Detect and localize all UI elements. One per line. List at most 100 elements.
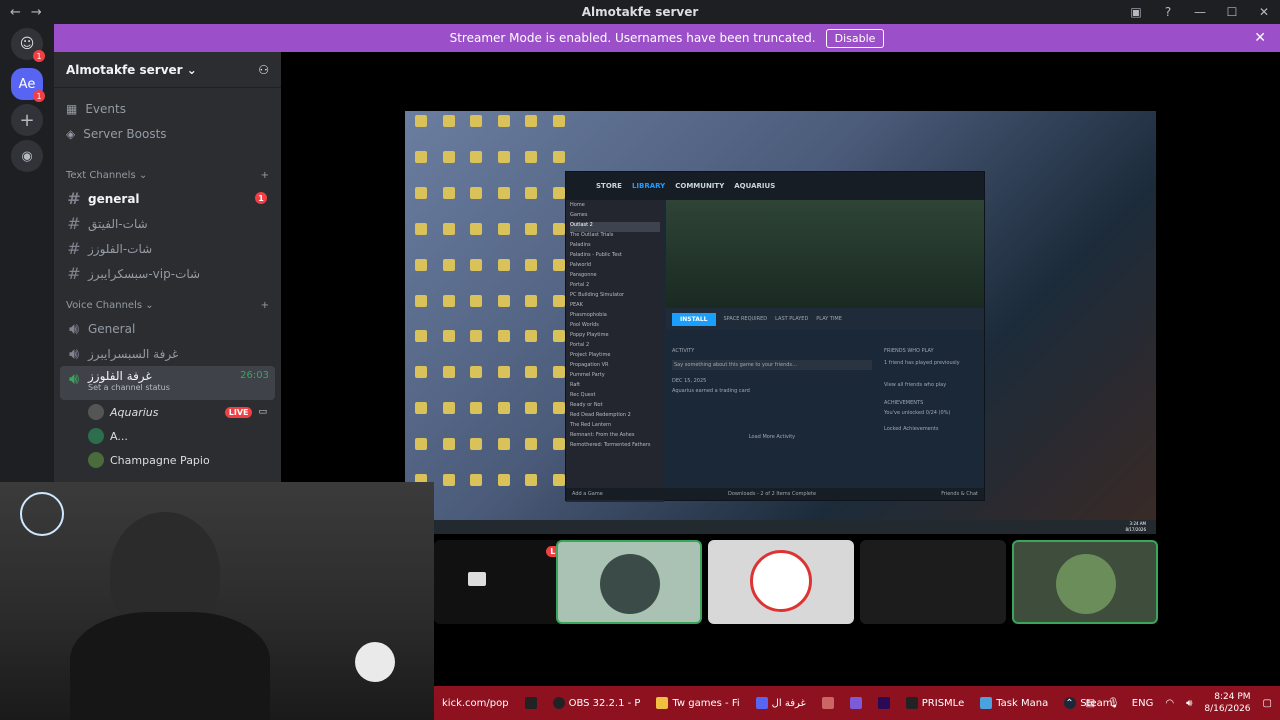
taskbar-item-browser[interactable]: kick.com/pop bbox=[434, 686, 517, 720]
taskbar-item-folder[interactable]: Tw games - Fi bbox=[648, 686, 747, 720]
text-channels-category[interactable]: Text Channels ⌄ + bbox=[54, 164, 281, 186]
game-list-item[interactable]: PEAK bbox=[570, 302, 660, 312]
channel-text-2[interactable]: # شات-الفيتق bbox=[60, 211, 275, 236]
streamed-date: 8/17/2026 bbox=[1125, 527, 1146, 532]
game-list-item[interactable]: Rec Quest bbox=[570, 392, 660, 402]
game-list-item[interactable]: Paladins - Public Test bbox=[570, 252, 660, 262]
voice-user[interactable]: A... bbox=[54, 424, 281, 448]
add-server-icon[interactable]: + bbox=[11, 104, 43, 136]
taskbar-item-app3[interactable] bbox=[842, 686, 870, 720]
participant-tile[interactable] bbox=[708, 540, 854, 624]
taskbar-item-discord[interactable]: غرفة ال bbox=[748, 686, 814, 720]
discord-logo-icon: ☺ bbox=[19, 36, 35, 52]
add-voice-channel-icon[interactable]: + bbox=[261, 300, 269, 311]
voice-channel-2[interactable]: 🔊︎ غرفة السبسرايبرز bbox=[60, 341, 275, 366]
taskbar-item-app[interactable] bbox=[517, 686, 545, 720]
game-list-item[interactable]: Remothered: Tormented Fathers bbox=[570, 442, 660, 452]
game-list-item[interactable]: PC Building Simulator bbox=[570, 292, 660, 302]
game-list-item[interactable]: Pummel Party bbox=[570, 372, 660, 382]
voice-channel-general[interactable]: 🔊︎ General bbox=[60, 316, 275, 341]
invite-icon[interactable]: ⚇ bbox=[258, 63, 269, 77]
friends-chat-button[interactable]: Friends & Chat bbox=[941, 491, 978, 497]
disable-button[interactable]: Disable bbox=[825, 28, 885, 48]
game-list-item[interactable]: The Red Lantern bbox=[570, 422, 660, 432]
screen-share-stream[interactable]: STORE LIBRARY COMMUNITY AQUARIUS Home Ga… bbox=[405, 111, 1156, 534]
game-list-item[interactable]: Project Playtime bbox=[570, 352, 660, 362]
home-link[interactable]: Home bbox=[570, 202, 660, 212]
participant-tile[interactable] bbox=[860, 540, 1006, 624]
game-list-item[interactable]: Red Dead Redemption 2 bbox=[570, 412, 660, 422]
game-list-item[interactable]: Ready or Not bbox=[570, 402, 660, 412]
tab-community[interactable]: COMMUNITY bbox=[675, 182, 724, 190]
server-boosts-item[interactable]: ◈ Server Boosts bbox=[54, 121, 281, 146]
participant-tile[interactable] bbox=[556, 540, 702, 624]
app-icon bbox=[849, 697, 862, 709]
voice-user[interactable]: Aquarius LIVE ▭ bbox=[54, 400, 281, 424]
activity-input[interactable]: Say something about this game to your fr… bbox=[672, 360, 872, 370]
banner-close-icon[interactable]: ✕ bbox=[1254, 30, 1266, 46]
game-list-item[interactable]: Remnant: From the Ashes bbox=[570, 432, 660, 442]
voice-channels-category[interactable]: Voice Channels ⌄ + bbox=[54, 294, 281, 316]
install-button[interactable]: INSTALL bbox=[672, 312, 716, 326]
game-list-item[interactable]: Pool Worlds bbox=[570, 322, 660, 332]
game-list-item[interactable]: Portal 2 bbox=[570, 342, 660, 352]
game-list-item[interactable]: Paladins bbox=[570, 242, 660, 252]
play-time-label: PLAY TIME bbox=[816, 316, 842, 322]
game-list-item[interactable]: Paragonne bbox=[570, 272, 660, 282]
taskbar-item-app2[interactable] bbox=[814, 686, 842, 720]
volume-icon[interactable]: 🔊︎ bbox=[1186, 698, 1192, 709]
downloads-status[interactable]: Downloads - 2 of 2 Items Complete bbox=[728, 491, 816, 497]
help-icon[interactable]: ? bbox=[1152, 0, 1184, 24]
direct-messages-button[interactable]: ☺ 1 bbox=[11, 28, 45, 62]
taskbar-item-taskmanager[interactable]: Task Mana bbox=[972, 686, 1056, 720]
taskbar-item-prism[interactable]: PRISMLe bbox=[898, 686, 972, 720]
forward-icon[interactable]: → bbox=[31, 5, 42, 20]
inbox-icon[interactable]: ▣ bbox=[1120, 0, 1152, 24]
microphone-icon[interactable]: 🎙︎ bbox=[1107, 698, 1120, 709]
server-header[interactable]: Almotakfe server ⌄ ⚇ bbox=[54, 52, 281, 88]
notifications-icon[interactable]: ▢ bbox=[1263, 698, 1272, 709]
load-more-link[interactable]: Load More Activity bbox=[672, 434, 872, 440]
game-list-item[interactable]: Propagation VR bbox=[570, 362, 660, 372]
voice-channel-active[interactable]: 🔊︎ غرفة الفلوزز Set a channel status 26:… bbox=[60, 366, 275, 400]
game-list-item[interactable]: Outlast 2 bbox=[570, 222, 660, 232]
voice-user[interactable]: Champagne Papio bbox=[54, 448, 281, 472]
game-list-item[interactable]: Phasmophobia bbox=[570, 312, 660, 322]
game-list-item[interactable]: Palworld bbox=[570, 262, 660, 272]
taskbar-item-premiere[interactable] bbox=[870, 686, 898, 720]
steam-footer: Add a Game Downloads - 2 of 2 Items Comp… bbox=[566, 488, 984, 500]
tab-store[interactable]: STORE bbox=[596, 182, 622, 190]
clock[interactable]: 8:24 PM 8/16/2026 bbox=[1204, 691, 1250, 715]
game-list-item[interactable]: Portal 2 bbox=[570, 282, 660, 292]
game-list-item[interactable]: The Outlast Trials bbox=[570, 232, 660, 242]
language-indicator[interactable]: ENG bbox=[1132, 698, 1154, 709]
participant-tile[interactable] bbox=[1012, 540, 1158, 624]
discover-icon[interactable]: ◉ bbox=[11, 140, 43, 172]
minimize-button[interactable]: — bbox=[1184, 0, 1216, 24]
add-game-button[interactable]: Add a Game bbox=[572, 491, 603, 497]
maximize-button[interactable]: ☐ bbox=[1216, 0, 1248, 24]
participant-tiles: LIVE bbox=[434, 540, 1158, 624]
events-label: Events bbox=[85, 101, 126, 116]
channel-general[interactable]: # general 1 bbox=[60, 186, 275, 211]
channel-status[interactable]: Set a channel status bbox=[88, 383, 170, 392]
add-channel-icon[interactable]: + bbox=[261, 170, 269, 181]
activity-heading: ACTIVITY bbox=[672, 348, 695, 354]
tab-library[interactable]: LIBRARY bbox=[632, 182, 665, 190]
games-filter[interactable]: Games bbox=[570, 212, 660, 222]
channel-text-3[interactable]: # شات-الفلوزز bbox=[60, 236, 275, 261]
close-window-button[interactable]: ✕ bbox=[1248, 0, 1280, 24]
server-icon[interactable]: Ae 1 bbox=[11, 68, 45, 102]
chevron-up-icon[interactable]: ⌃ bbox=[1065, 698, 1073, 709]
view-all-friends-link[interactable]: View all friends who play bbox=[884, 382, 980, 388]
achievements-heading: ACHIEVEMENTS bbox=[884, 400, 924, 406]
tab-profile[interactable]: AQUARIUS bbox=[734, 182, 775, 190]
back-icon[interactable]: ← bbox=[10, 5, 21, 20]
game-list-item[interactable]: Poppy Playtime bbox=[570, 332, 660, 342]
channel-text-4[interactable]: # سبسكرايبرز-vip-شات bbox=[60, 261, 275, 286]
taskbar-item-obs[interactable]: OBS 32.2.1 - P bbox=[545, 686, 649, 720]
network-icon[interactable]: ▤ bbox=[1086, 698, 1095, 709]
events-item[interactable]: ▦ Events bbox=[54, 96, 281, 121]
wifi-icon[interactable]: ◠ bbox=[1165, 698, 1174, 709]
game-list-item[interactable]: Raft bbox=[570, 382, 660, 392]
